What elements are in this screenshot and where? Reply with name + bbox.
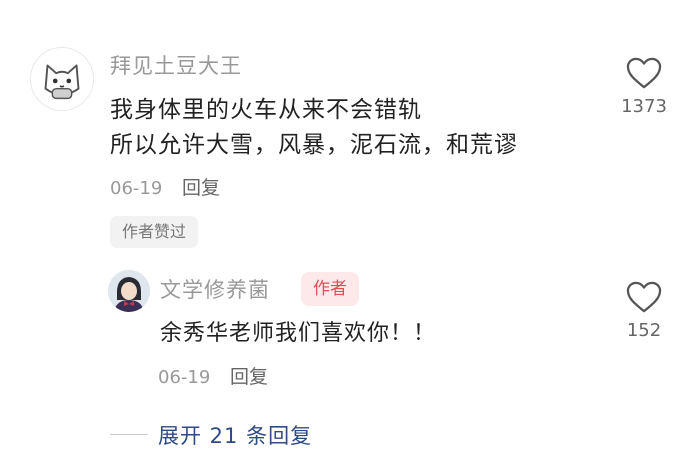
comment-username[interactable]: 拜见土豆大王 (110, 50, 242, 80)
reply-like-count: 152 (626, 320, 662, 341)
reply-reply-button[interactable]: 回复 (230, 366, 268, 388)
author-liked-badge: 作者赞过 (110, 216, 199, 248)
reply-date: 06-19 (158, 367, 211, 388)
expand-divider (110, 434, 148, 435)
cat-avatar-icon (31, 48, 93, 110)
reply-text: 余秀华老师我们喜欢你！！ (160, 321, 437, 346)
reply-username[interactable]: 文学修养菌 (160, 274, 270, 304)
bottom-fade (0, 456, 690, 474)
like-button[interactable]: 1373 (612, 56, 676, 117)
author-tag: 作者 (301, 272, 359, 306)
comment-date: 06-19 (110, 178, 163, 199)
user-avatar[interactable] (30, 47, 94, 111)
like-count: 1373 (621, 96, 667, 117)
heart-outline-icon[interactable] (612, 56, 676, 90)
reply-like-button[interactable]: 152 (612, 280, 676, 341)
heart-outline-icon[interactable] (612, 280, 676, 314)
comment-text: 我身体里的火车从来不会错轨 所以允许大雪，风暴，泥石流，和荒谬 (110, 93, 518, 163)
reply-button[interactable]: 回复 (182, 177, 220, 199)
comment-meta: 06-19 回复 (110, 173, 220, 200)
person-avatar-icon (108, 270, 150, 312)
comment-line: 所以允许大雪，风暴，泥石流，和荒谬 (110, 132, 518, 158)
reply-user-avatar[interactable] (108, 270, 150, 312)
comment-line: 我身体里的火车从来不会错轨 (110, 97, 422, 123)
expand-replies-button[interactable]: 展开 21 条回复 (158, 420, 312, 450)
reply-meta: 06-19 回复 (158, 362, 268, 389)
